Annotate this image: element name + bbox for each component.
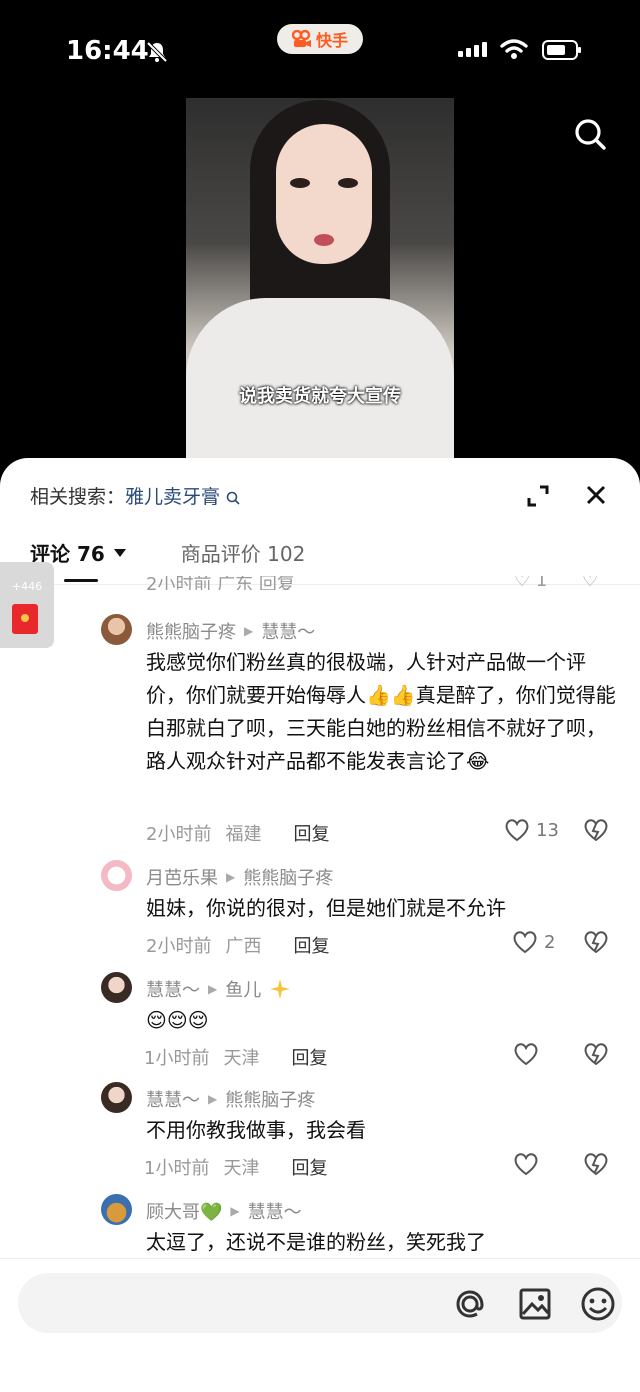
image-icon[interactable] <box>516 1285 554 1323</box>
comment-text: 😌😌😌 <box>146 1008 209 1032</box>
comment-time: 1小时前 <box>144 1158 210 1179</box>
dislike-icon[interactable] <box>583 1042 609 1066</box>
comment-meta: 熊熊脑子疼 ▶ 慧慧～ <box>146 618 315 644</box>
expand-icon[interactable] <box>524 482 552 510</box>
clock: 16:44 <box>66 36 149 66</box>
caret-down-icon <box>113 548 126 557</box>
comment-time: 1小时前 <box>144 1048 210 1069</box>
like-button[interactable]: 2 <box>512 930 555 954</box>
comment-reply-to[interactable]: 熊熊脑子疼 <box>243 864 333 890</box>
comment-footer: 2小时前 福建 回复 <box>146 820 329 846</box>
app-badge[interactable]: 快手 <box>277 24 363 54</box>
reply-button[interactable]: 回复 <box>293 932 329 958</box>
mute-bell-icon <box>146 41 168 63</box>
red-packet-count: +446 <box>11 580 43 593</box>
reply-button[interactable]: 回复 <box>291 1044 327 1070</box>
reply-arrow-icon: ▶ <box>208 1092 218 1106</box>
comment-time: 2小时前 <box>146 936 212 957</box>
avatar[interactable] <box>101 972 132 1003</box>
sparkle-icon <box>270 979 291 999</box>
reply-arrow-icon: ▶ <box>230 1204 240 1218</box>
comment-location: 福建 <box>225 824 262 845</box>
heart-icon <box>505 819 529 842</box>
related-search-label: 相关搜索： <box>30 486 126 508</box>
video-mouth <box>314 234 334 246</box>
reply-arrow-icon: ▶ <box>226 870 236 884</box>
reply-arrow-icon: ▶ <box>244 624 254 638</box>
partial-likes: ♡ 1 <box>514 576 548 590</box>
comment-location: 天津 <box>223 1158 260 1179</box>
comment-footer: 1小时前 天津 回复 <box>144 1044 327 1070</box>
related-search[interactable]: 相关搜索：雅儿卖牙膏 <box>30 482 240 509</box>
comment-author[interactable]: 熊熊脑子疼 <box>146 618 236 644</box>
video-person-shirt <box>186 298 454 460</box>
dislike-icon: ♡ <box>582 576 599 590</box>
video-subtitle: 说我卖货就夸大宣传 <box>239 386 401 407</box>
search-icon[interactable] <box>572 116 608 152</box>
close-icon[interactable] <box>583 482 609 508</box>
avatar[interactable] <box>101 860 132 891</box>
signal-icon <box>458 42 487 57</box>
heart-icon[interactable] <box>513 1152 539 1176</box>
comment-meta: 慧慧～ ▶ 熊熊脑子疼 <box>146 1086 315 1112</box>
comment-location: 广西 <box>225 936 262 957</box>
reply-arrow-icon: ▶ <box>208 982 218 996</box>
app-name: 快手 <box>315 31 348 50</box>
comment-meta: 顾大哥💚 ▶ 慧慧～ <box>146 1198 302 1224</box>
comment-time: 2小时前 <box>146 824 212 845</box>
tab-reviews[interactable]: 商品评价 102 <box>181 538 306 567</box>
comment-reply-to[interactable]: 鱼儿 <box>225 976 261 1002</box>
comment-meta: 慧慧～ ▶ 鱼儿 <box>146 976 291 1002</box>
comment-reply-to[interactable]: 熊熊脑子疼 <box>225 1086 315 1112</box>
avatar[interactable] <box>101 1082 132 1113</box>
like-count: 2 <box>544 931 556 953</box>
partial-comment-row: 2小时前 广东 回复 ♡ 1 ♡ <box>146 576 626 590</box>
comment-meta: 月芭乐果 ▶ 熊熊脑子疼 <box>146 864 333 890</box>
comment-sheet: 相关搜索：雅儿卖牙膏 评论 76 商品评价 102 2小时前 广东 回复 ♡ 1… <box>0 458 640 1391</box>
video-player[interactable]: 说我卖货就夸大宣传 <box>186 98 454 460</box>
tab-indicator <box>64 579 98 582</box>
partial-meta: 2小时前 广东 回复 <box>146 576 295 590</box>
like-button[interactable]: 13 <box>504 818 559 842</box>
comment-input[interactable] <box>18 1273 622 1333</box>
status-bar: 16:44 快手 <box>0 0 640 100</box>
video-person-face <box>276 124 372 264</box>
comment-text: 不用你教我做事，我会看 <box>146 1118 366 1142</box>
comment-footer: 1小时前 天津 回复 <box>144 1154 327 1180</box>
red-packet-widget[interactable]: +446 <box>0 562 54 648</box>
comment-author[interactable]: 慧慧～ <box>146 1086 200 1112</box>
reply-button[interactable]: 回复 <box>293 820 329 846</box>
emoji-icon[interactable] <box>579 1285 617 1323</box>
wifi-icon <box>500 39 528 59</box>
dislike-icon[interactable] <box>583 1152 609 1176</box>
avatar[interactable] <box>101 614 132 645</box>
comment-location: 天津 <box>223 1048 260 1069</box>
heart-icon[interactable] <box>513 1042 539 1066</box>
related-search-keyword[interactable]: 雅儿卖牙膏 <box>125 486 220 508</box>
kuaishou-logo-icon <box>291 30 311 47</box>
heart-icon <box>513 931 537 954</box>
battery-icon <box>542 40 581 60</box>
comment-author[interactable]: 慧慧～ <box>146 976 200 1002</box>
sheet-tabs: 评论 76 商品评价 102 <box>30 538 305 567</box>
comment-text: 我感觉你们粉丝真的很极端，人针对产品做一个评价，你们就要开始侮辱人👍👍真是醉了，… <box>146 650 616 773</box>
comment-reply-to[interactable]: 慧慧～ <box>261 618 315 644</box>
red-packet-icon <box>12 604 38 634</box>
dislike-icon[interactable] <box>583 930 609 954</box>
dislike-icon[interactable] <box>583 818 609 842</box>
video-eye <box>290 178 310 188</box>
comment-footer: 2小时前 广西 回复 <box>146 932 329 958</box>
avatar[interactable] <box>101 1194 132 1225</box>
search-icon <box>226 491 240 505</box>
comment-reply-to[interactable]: 慧慧～ <box>248 1198 302 1224</box>
comment-text: 太逗了，还说不是谁的粉丝，笑死我了 <box>146 1230 486 1254</box>
at-icon[interactable] <box>451 1285 489 1323</box>
comment-input-bar <box>0 1258 640 1392</box>
comment-author[interactable]: 月芭乐果 <box>146 864 218 890</box>
reply-button[interactable]: 回复 <box>291 1154 327 1180</box>
comment-text: 姐妹，你说的很对，但是她们就是不允许 <box>146 896 506 920</box>
comment-author[interactable]: 顾大哥💚 <box>146 1198 222 1224</box>
like-count: 13 <box>536 819 559 841</box>
video-eye <box>338 178 358 188</box>
